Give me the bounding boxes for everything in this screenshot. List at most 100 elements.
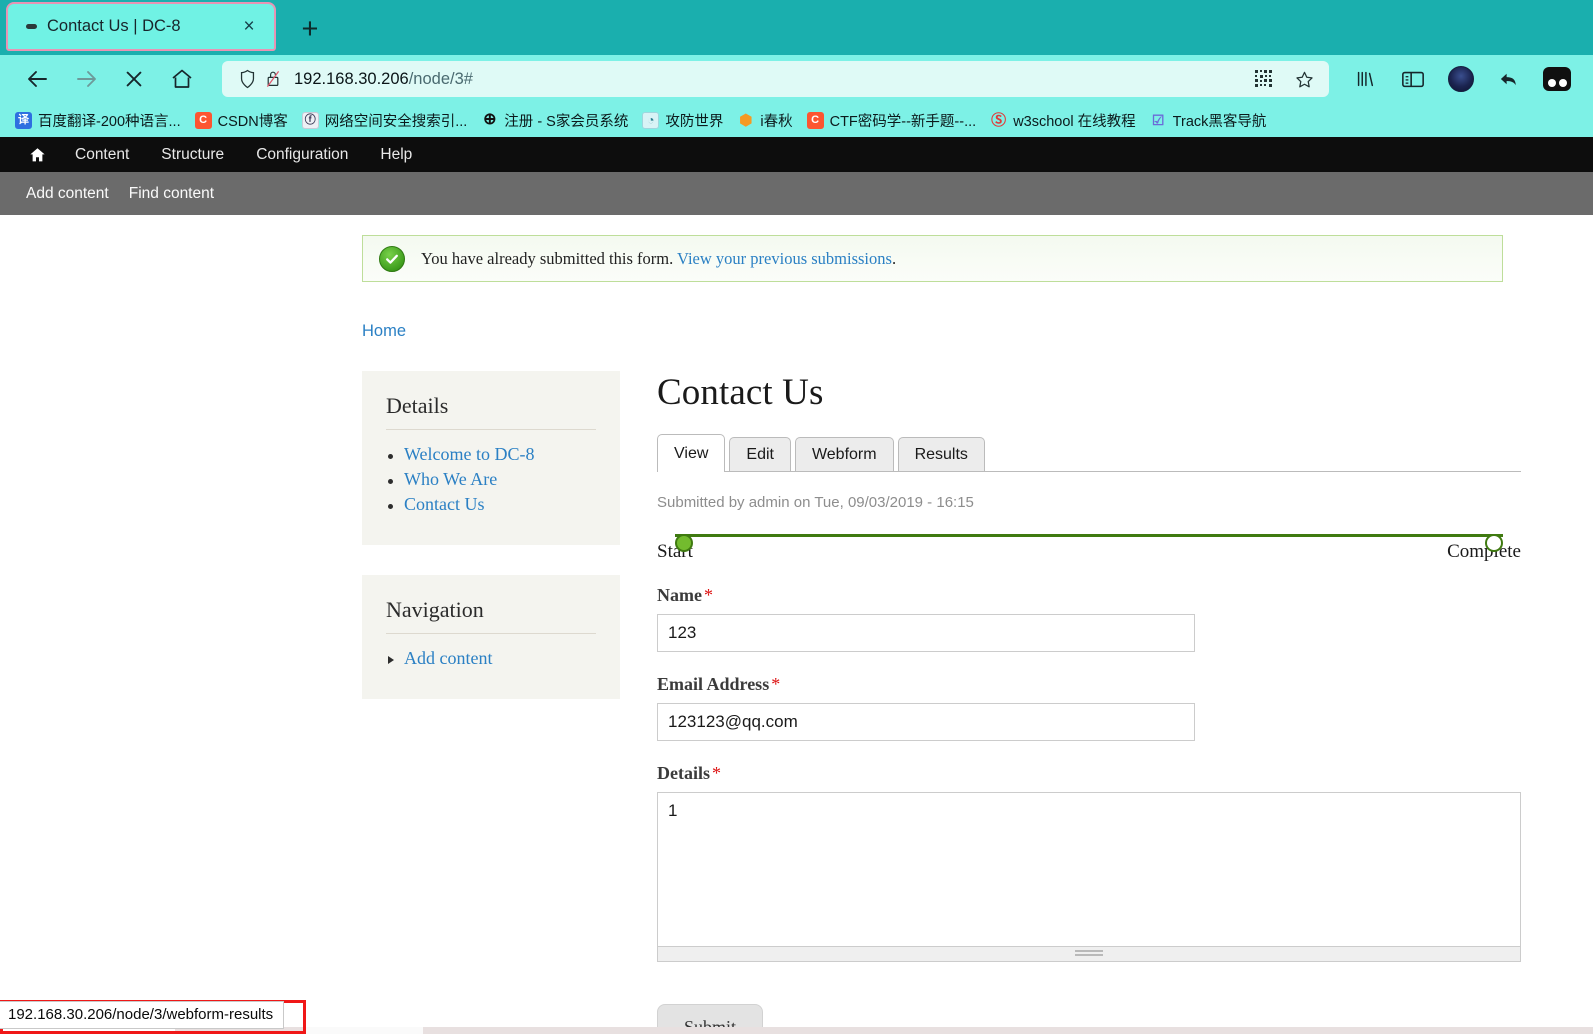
tab-view[interactable]: View xyxy=(657,434,726,472)
bookmark-label: CSDN博客 xyxy=(217,113,288,130)
sidebar-link-welcome[interactable]: Welcome to DC-8 xyxy=(404,444,535,464)
triangle-right-icon xyxy=(388,656,394,664)
toolbar-home-icon[interactable] xyxy=(16,137,59,172)
bookmark-favicon: ⊕ xyxy=(483,111,497,128)
bookmark-item[interactable]: Ⓢ w3school 在线教程 xyxy=(983,108,1142,133)
field-label-name: Name * xyxy=(657,585,1521,606)
sidebar-block-navigation: Navigation Add content xyxy=(362,575,620,699)
list-item: Contact Us xyxy=(386,494,596,515)
status-message-suffix: . xyxy=(891,248,897,268)
shield-icon[interactable] xyxy=(234,68,260,90)
forward-arrow-icon[interactable] xyxy=(62,59,110,99)
bookmark-item[interactable]: 译 百度翻译-200种语言... xyxy=(8,108,188,133)
bookmark-item[interactable]: C CTF密码学--新手题--... xyxy=(800,108,984,133)
close-icon[interactable]: × xyxy=(236,14,262,40)
bookmark-item[interactable]: ◔ 攻防世界 xyxy=(635,108,730,133)
form-field-details: Details * xyxy=(657,763,1521,962)
bookmark-item[interactable]: ⓕ 网络空间安全搜索引... xyxy=(295,108,475,133)
details-textarea-wrap xyxy=(657,792,1521,962)
bookmark-favicon: C xyxy=(806,111,824,129)
undo-arrow-icon[interactable] xyxy=(1487,59,1531,99)
bookmark-favicon: ⓕ xyxy=(301,111,319,129)
drupal-admin-toolbar: Content Structure Configuration Help xyxy=(0,137,1593,172)
form-field-name: Name * xyxy=(657,585,1521,652)
browser-toolbar-right xyxy=(1343,59,1579,99)
sidebar-block-title: Navigation xyxy=(386,597,596,634)
name-input[interactable] xyxy=(657,614,1195,652)
required-marker: * xyxy=(712,763,721,783)
stop-icon[interactable] xyxy=(110,59,158,99)
submitted-by-text: Submitted by admin on Tue, 09/03/2019 - … xyxy=(657,494,974,511)
bookmark-label: 攻防世界 xyxy=(665,113,724,130)
toolbar-item-structure[interactable]: Structure xyxy=(145,137,240,172)
status-message-text: You have already submitted this form. Vi… xyxy=(421,249,896,269)
progress-label-complete: Complete xyxy=(1447,541,1521,562)
browser-tab-active[interactable]: Contact Us | DC-8 × xyxy=(6,2,276,51)
view-previous-submissions-link[interactable]: View your previous submissions xyxy=(677,249,892,268)
browser-tabstrip: Contact Us | DC-8 × + xyxy=(0,0,1593,55)
reader-view-icon[interactable] xyxy=(1391,59,1435,99)
toolbar-item-content[interactable]: Content xyxy=(59,137,145,172)
details-textarea[interactable] xyxy=(657,792,1521,947)
field-label-details: Details * xyxy=(657,763,1521,784)
list-item: Add content xyxy=(386,648,596,669)
browser-navbar: 192.168.30.206/node/3# xyxy=(0,55,1593,103)
url-bar[interactable]: 192.168.30.206/node/3# xyxy=(222,61,1329,97)
page-viewport: Content Structure Configuration Help Add… xyxy=(0,137,1593,1034)
broken-lock-icon[interactable] xyxy=(260,68,286,90)
progress-node-complete xyxy=(1485,534,1503,552)
extension-icon[interactable] xyxy=(1535,59,1579,99)
url-host: 192.168.30.206 xyxy=(294,69,409,88)
bookmark-label: 网络空间安全搜索引... xyxy=(324,113,468,130)
bookmark-favicon: ⬢ xyxy=(739,111,753,129)
tab-edit[interactable]: Edit xyxy=(729,437,791,471)
sidebar-link-add-content[interactable]: Add content xyxy=(404,648,492,668)
breadcrumb: Home xyxy=(362,322,1593,341)
form-field-email: Email Address * xyxy=(657,674,1521,741)
sidebar-link-who-we-are[interactable]: Who We Are xyxy=(404,469,497,489)
bookmark-favicon: ☑ xyxy=(1151,112,1165,128)
page-content: You have already submitted this form. Vi… xyxy=(0,235,1593,1034)
status-message: You have already submitted this form. Vi… xyxy=(362,235,1503,282)
status-message-prefix: You have already submitted this form. xyxy=(421,248,678,268)
node-tabs: View Edit Webform Results xyxy=(657,434,1521,472)
tab-results[interactable]: Results xyxy=(897,437,985,471)
bookmark-label: Track黑客导航 xyxy=(1172,113,1267,130)
bookmark-item[interactable]: ☑ Track黑客导航 xyxy=(1143,108,1274,133)
new-tab-button[interactable]: + xyxy=(290,9,330,49)
url-text[interactable]: 192.168.30.206/node/3# xyxy=(294,70,1251,89)
toolbar-item-help[interactable]: Help xyxy=(364,137,428,172)
email-input[interactable] xyxy=(657,703,1195,741)
sidebar-link-contact-us[interactable]: Contact Us xyxy=(404,494,485,514)
qr-code-icon[interactable] xyxy=(1251,68,1277,90)
library-icon[interactable] xyxy=(1343,59,1387,99)
bullet-icon xyxy=(388,454,393,459)
browser-tab-title: Contact Us | DC-8 xyxy=(47,17,181,35)
breadcrumb-home-link[interactable]: Home xyxy=(362,322,406,340)
star-icon[interactable] xyxy=(1291,68,1317,90)
bookmark-item[interactable]: ⬢ i春秋 xyxy=(730,108,799,133)
sidebar-block-list: Add content xyxy=(386,648,596,669)
subtoolbar-item-find-content[interactable]: Find content xyxy=(119,185,224,203)
scrollbar-thumb[interactable] xyxy=(1075,950,1103,958)
url-path: /node/3# xyxy=(408,69,473,88)
sidebar-block-list: Welcome to DC-8 Who We Are Contact Us xyxy=(386,444,596,515)
drupal-secondary-toolbar: Add content Find content xyxy=(0,172,1593,215)
tab-webform[interactable]: Webform xyxy=(794,437,894,471)
subtoolbar-item-add-content[interactable]: Add content xyxy=(16,185,119,203)
list-item: Who We Are xyxy=(386,469,596,490)
page-title: Contact Us xyxy=(657,372,824,413)
bookmark-favicon: Ⓢ xyxy=(991,111,1007,129)
account-avatar-icon[interactable] xyxy=(1439,59,1483,99)
bookmark-item[interactable]: C CSDN博客 xyxy=(188,108,295,133)
bookmark-item[interactable]: ⊕ 注册 - S家会员系统 xyxy=(474,108,635,133)
home-icon[interactable] xyxy=(158,59,206,99)
sidebar-block-title: Details xyxy=(386,393,596,430)
back-arrow-icon[interactable] xyxy=(14,59,62,99)
toolbar-item-configuration[interactable]: Configuration xyxy=(240,137,364,172)
status-link-preview: 192.168.30.206/node/3/webform-results xyxy=(0,1001,285,1029)
textarea-horizontal-scrollbar[interactable] xyxy=(657,947,1521,962)
field-label-email: Email Address * xyxy=(657,674,1521,695)
bullet-icon xyxy=(388,479,393,484)
progress-track xyxy=(675,534,1503,552)
